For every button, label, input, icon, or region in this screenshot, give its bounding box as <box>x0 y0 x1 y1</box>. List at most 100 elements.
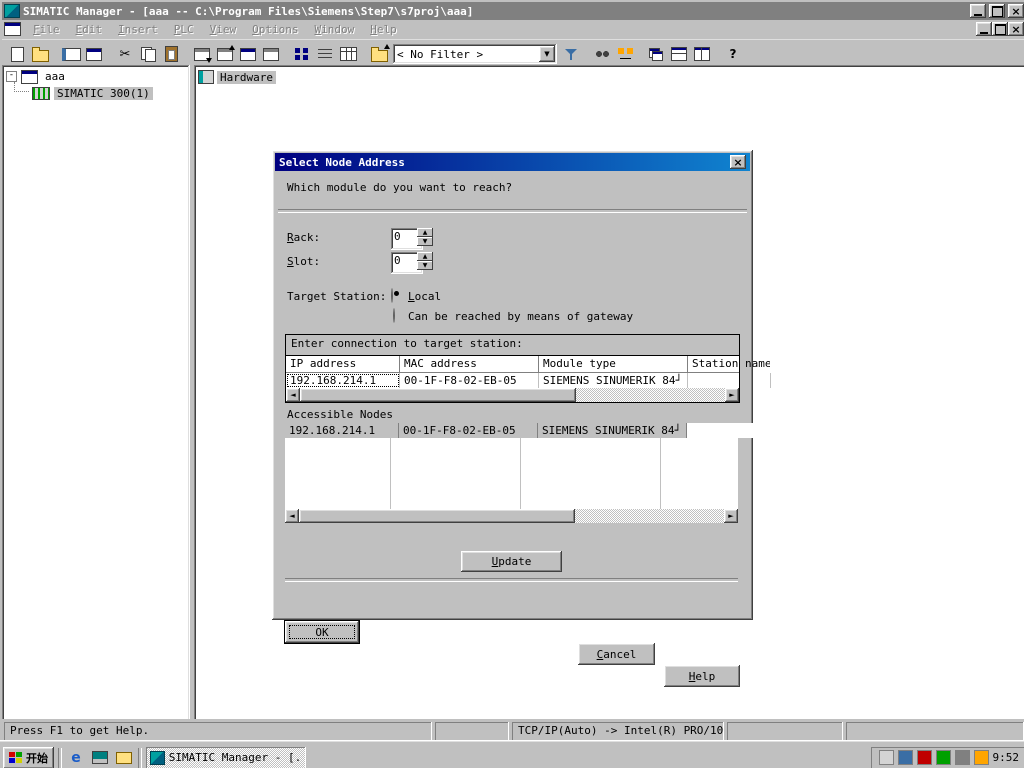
tree-item-project[interactable]: - aaa <box>2 68 190 85</box>
hardware-item[interactable]: Hardware <box>198 69 276 85</box>
spin-down-icon[interactable]: ▼ <box>417 237 433 246</box>
filter-dropdown-button[interactable]: ▼ <box>539 46 555 62</box>
details-button[interactable] <box>337 43 359 65</box>
menu-file[interactable]: File <box>25 21 68 38</box>
scroll-track[interactable] <box>299 509 724 523</box>
spin-up-icon[interactable]: ▲ <box>417 228 433 237</box>
menu-plc[interactable]: PLC <box>166 21 202 38</box>
tray-volume-icon[interactable] <box>955 750 970 765</box>
new-button[interactable] <box>6 43 28 65</box>
tray-network-icon[interactable] <box>936 750 951 765</box>
dialog-titlebar[interactable]: Select Node Address × <box>275 153 750 171</box>
close-button[interactable]: × <box>1008 4 1024 18</box>
column-station-name[interactable]: Station name <box>688 356 770 372</box>
tree-item-station-label[interactable]: SIMATIC 300(1) <box>54 87 153 100</box>
start-button[interactable]: 开始 <box>3 747 54 768</box>
online-button[interactable] <box>237 43 259 65</box>
mdi-close-button[interactable]: × <box>1008 22 1024 36</box>
help-button[interactable]: Help <box>664 665 740 687</box>
connection-row[interactable]: 192.168.214.1 00-1F-F8-02-EB-05 SIEMENS … <box>286 373 739 388</box>
scroll-track[interactable] <box>300 388 725 402</box>
menu-edit[interactable]: Edit <box>68 21 111 38</box>
memory-card-button[interactable] <box>60 43 82 65</box>
help-button-toolbar[interactable]: ? <box>722 43 744 65</box>
scroll-right-button[interactable]: ► <box>724 509 738 523</box>
menu-insert[interactable]: Insert <box>110 21 166 38</box>
download-button[interactable] <box>191 43 213 65</box>
mdi-child-icon[interactable] <box>4 22 21 36</box>
window-titlebar[interactable]: SIMATIC Manager - [aaa -- C:\Program Fil… <box>2 2 1024 20</box>
column-ip-address[interactable]: IP address <box>286 356 400 372</box>
list-button[interactable] <box>314 43 336 65</box>
tray-printer-icon[interactable] <box>879 750 894 765</box>
connection-station-cell[interactable] <box>688 373 771 388</box>
node-module-cell[interactable]: SIEMENS SINUMERIK 84┘ <box>538 423 687 438</box>
tile-horizontally-button[interactable] <box>668 43 690 65</box>
tree-item-project-label[interactable]: aaa <box>42 70 68 83</box>
scroll-thumb[interactable] <box>299 509 575 523</box>
scroll-right-button[interactable]: ► <box>725 388 739 402</box>
tree-item-station[interactable]: SIMATIC 300(1) <box>2 85 190 102</box>
cascade-windows-button[interactable] <box>645 43 667 65</box>
column-mac-address[interactable]: MAC address <box>400 356 539 372</box>
node-mac-cell[interactable]: 00-1F-F8-02-EB-05 <box>399 423 538 438</box>
up-one-level-button[interactable] <box>368 43 390 65</box>
accessible-nodes-list[interactable]: 192.168.214.1 00-1F-F8-02-EB-05 SIEMENS … <box>285 423 738 523</box>
menu-options[interactable]: Options <box>244 21 306 38</box>
connection-ip-cell[interactable]: 192.168.214.1 <box>286 373 400 388</box>
simulate-button[interactable] <box>591 43 613 65</box>
project-tree[interactable]: - aaa SIMATIC 300(1) <box>2 65 190 725</box>
gateway-radio-label[interactable]: Can be reached by means of gateway <box>408 310 633 323</box>
cancel-button[interactable]: Cancel <box>578 643 655 665</box>
set-filter-button[interactable] <box>560 43 582 65</box>
spin-down-icon[interactable]: ▼ <box>417 261 433 270</box>
minimize-button[interactable] <box>970 4 986 18</box>
menu-help[interactable]: Help <box>362 21 405 38</box>
mdi-restore-button[interactable] <box>992 22 1008 36</box>
quicklaunch-mail-button[interactable] <box>114 748 134 768</box>
accessible-nodes-rows[interactable]: 192.168.214.1 00-1F-F8-02-EB-05 SIEMENS … <box>285 423 738 509</box>
copy-button[interactable] <box>137 43 159 65</box>
large-icons-button[interactable] <box>291 43 313 65</box>
open-button[interactable] <box>29 43 51 65</box>
rack-spinner[interactable]: ▲ ▼ <box>417 228 433 246</box>
collapse-icon[interactable]: - <box>6 71 17 82</box>
scroll-left-button[interactable]: ◄ <box>285 509 299 523</box>
spin-up-icon[interactable]: ▲ <box>417 252 433 261</box>
menu-window[interactable]: Window <box>307 21 363 38</box>
node-ip-cell[interactable]: 192.168.214.1 <box>285 423 399 438</box>
dialog-close-button[interactable]: × <box>730 155 746 169</box>
nodes-hscrollbar[interactable]: ◄ ► <box>285 509 738 523</box>
upload-button[interactable] <box>214 43 236 65</box>
slot-spinner[interactable]: ▲ ▼ <box>417 252 433 270</box>
local-radio[interactable] <box>391 288 393 303</box>
paste-button[interactable] <box>160 43 182 65</box>
scroll-thumb[interactable] <box>300 388 576 402</box>
menu-view[interactable]: View <box>202 21 245 38</box>
maximize-button[interactable] <box>989 4 1005 18</box>
connection-hscrollbar[interactable]: ◄ ► <box>286 388 739 402</box>
quicklaunch-ie-button[interactable]: e <box>66 748 86 768</box>
mdi-minimize-button[interactable] <box>976 22 992 36</box>
accessible-nodes-button[interactable] <box>83 43 105 65</box>
task-button-simatic[interactable]: SIMATIC Manager - [... <box>146 747 306 768</box>
gateway-radio[interactable] <box>393 308 395 323</box>
cut-button[interactable]: ✂ <box>114 43 136 65</box>
offline-button[interactable] <box>260 43 282 65</box>
connection-table-header[interactable]: IP address MAC address Module type Stati… <box>286 356 739 373</box>
column-module-type[interactable]: Module type <box>539 356 688 372</box>
accessible-node-row[interactable]: 192.168.214.1 00-1F-F8-02-EB-05 SIEMENS … <box>285 423 738 438</box>
tile-vertically-button[interactable] <box>691 43 713 65</box>
local-radio-label[interactable]: Local <box>408 290 441 303</box>
tray-ime-icon[interactable] <box>898 750 913 765</box>
connection-mac-cell[interactable]: 00-1F-F8-02-EB-05 <box>400 373 539 388</box>
connection-module-cell[interactable]: SIEMENS SINUMERIK 84┘ <box>539 373 688 388</box>
netpro-button[interactable] <box>614 43 636 65</box>
tray-antivirus-icon[interactable] <box>917 750 932 765</box>
ok-button[interactable]: OK <box>285 621 359 643</box>
tray-usb-icon[interactable] <box>974 750 989 765</box>
filter-combobox[interactable]: < No Filter > ▼ <box>393 44 557 64</box>
scroll-left-button[interactable]: ◄ <box>286 388 300 402</box>
node-station-cell[interactable] <box>687 423 769 438</box>
quicklaunch-desktop-button[interactable] <box>90 748 110 768</box>
